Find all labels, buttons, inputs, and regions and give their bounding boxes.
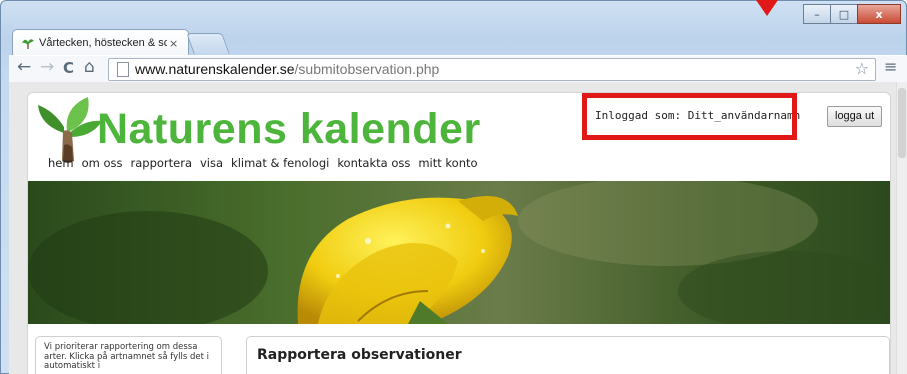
leaf-logo-icon: [38, 97, 102, 163]
browser-window: – □ x Vårtecken, höstecken & sc × ← → C …: [0, 0, 907, 374]
reload-icon[interactable]: C: [63, 59, 74, 77]
new-tab-button[interactable]: [186, 33, 230, 54]
nav-link[interactable]: visa: [200, 156, 223, 170]
page-icon: [117, 62, 129, 77]
annotation-arrow: [756, 0, 778, 16]
forward-icon[interactable]: →: [40, 57, 54, 77]
nav-link[interactable]: om oss: [82, 156, 123, 170]
priority-species-text: Vi prioriterar rapportering om dessa art…: [44, 342, 209, 371]
window-controls: – □ x: [803, 4, 901, 24]
page-viewport: Naturens kalender hem om oss rapportera vis…: [9, 82, 907, 374]
report-title: Rapportera observationer: [257, 347, 462, 363]
report-panel: Rapportera observationer: [246, 336, 890, 374]
nav-link[interactable]: kontakta oss: [337, 156, 410, 170]
nav-link[interactable]: klimat & fenologi: [231, 156, 329, 170]
highlight-box: [582, 93, 797, 140]
site-page: Naturens kalender hem om oss rapportera vis…: [27, 92, 891, 374]
back-icon[interactable]: ←: [17, 57, 31, 77]
vertical-scrollbar[interactable]: [896, 82, 907, 374]
site-nav: hem om oss rapportera visa klimat & fenologi…: [48, 156, 478, 170]
browser-toolbar: ← → C ⌂ www.naturenskalender.se/submitob…: [9, 55, 907, 83]
leaf-favicon-icon: [22, 39, 34, 49]
url-host: www.naturenskalender.se: [135, 61, 295, 77]
maximize-button[interactable]: □: [830, 4, 858, 24]
url-path: /submitobservation.php: [294, 61, 440, 77]
tab-title: Vårtecken, höstecken & sc: [39, 37, 167, 49]
nav-link[interactable]: rapportera: [131, 156, 193, 170]
address-bar[interactable]: www.naturenskalender.se/submitobservatio…: [108, 58, 876, 81]
menu-icon[interactable]: ≡: [884, 57, 897, 76]
nav-link[interactable]: mitt konto: [418, 156, 477, 170]
minimize-button[interactable]: –: [803, 4, 831, 24]
site-brand[interactable]: Naturens kalender: [97, 105, 481, 154]
url-text: www.naturenskalender.se/submitobservatio…: [135, 61, 439, 77]
nav-link[interactable]: hem: [48, 156, 74, 170]
priority-species-box: Vi prioriterar rapportering om dessa art…: [35, 336, 222, 374]
bookmark-star-icon[interactable]: ☆: [855, 59, 869, 78]
flower-banner-image: [28, 181, 890, 324]
tab-close-icon[interactable]: ×: [169, 37, 178, 50]
close-window-button[interactable]: x: [857, 4, 901, 24]
scrollbar-thumb[interactable]: [898, 88, 906, 158]
logout-button[interactable]: logga ut: [827, 106, 883, 127]
home-icon[interactable]: ⌂: [84, 57, 95, 77]
browser-tab[interactable]: Vårtecken, höstecken & sc ×: [12, 29, 189, 56]
